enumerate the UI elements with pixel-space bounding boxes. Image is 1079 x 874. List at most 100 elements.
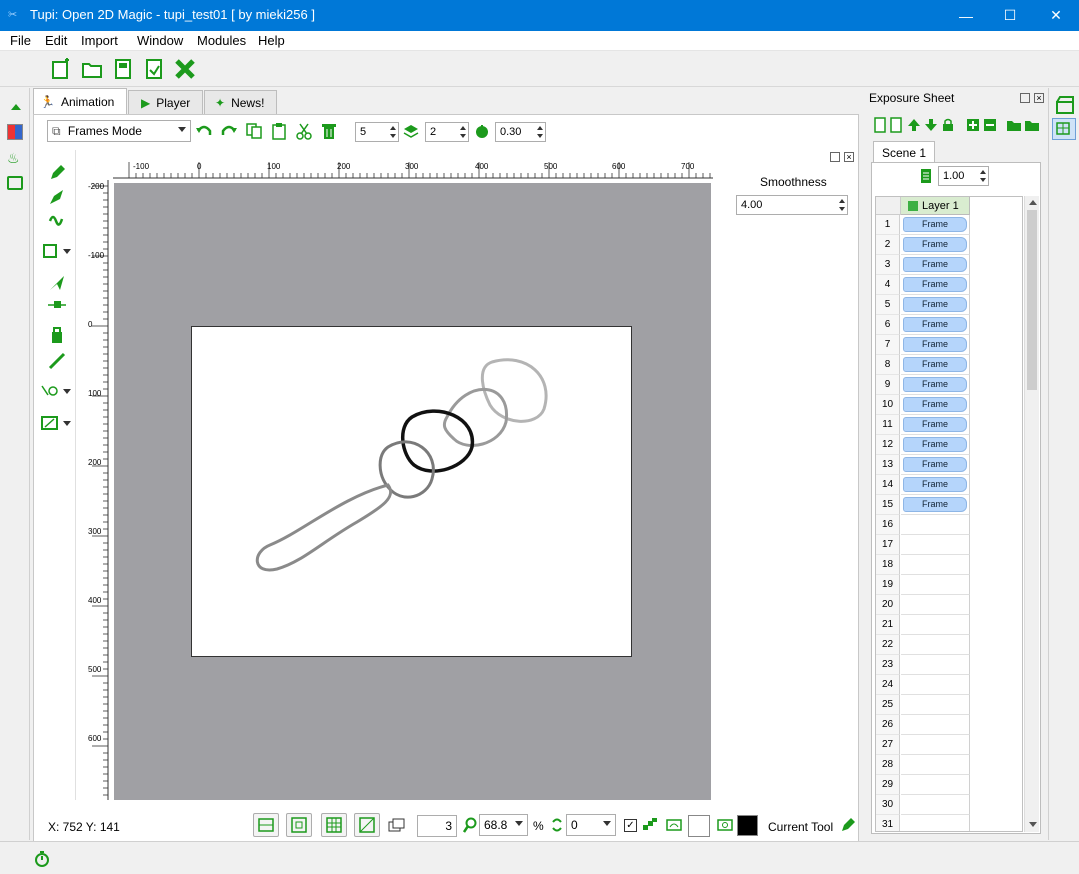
delete-icon[interactable] bbox=[320, 122, 338, 140]
frame-cell[interactable]: Frame bbox=[901, 295, 970, 315]
menu-modules[interactable]: Modules bbox=[197, 33, 246, 48]
copy-icon[interactable] bbox=[245, 122, 263, 140]
tab-animation[interactable]: 🏃 Animation bbox=[33, 88, 127, 115]
onion-next-spin[interactable]: 2 bbox=[425, 122, 469, 142]
remove-layer-icon[interactable] bbox=[890, 117, 904, 133]
minimize-button[interactable]: — bbox=[943, 0, 989, 31]
frame-cell[interactable] bbox=[901, 655, 970, 675]
save-icon[interactable] bbox=[112, 58, 134, 80]
rectangle-tool-icon[interactable] bbox=[42, 243, 72, 259]
safe-area-button[interactable] bbox=[286, 813, 312, 837]
maximize-button[interactable]: ☐ bbox=[987, 0, 1033, 31]
color-palette-icon[interactable] bbox=[7, 124, 23, 140]
nodes-tool-icon[interactable] bbox=[46, 298, 68, 312]
frame-cell[interactable] bbox=[901, 555, 970, 575]
tab-player[interactable]: ▶ Player bbox=[128, 90, 203, 114]
menu-import[interactable]: Import bbox=[81, 33, 118, 48]
close-panel-icon[interactable]: × bbox=[844, 152, 854, 162]
motion-tween-icon[interactable] bbox=[40, 383, 74, 399]
grid-view-button[interactable] bbox=[253, 813, 279, 837]
frame-cell[interactable] bbox=[901, 635, 970, 655]
zoom-select[interactable]: 68.8 bbox=[479, 814, 528, 836]
close-button[interactable]: ✕ bbox=[1033, 0, 1079, 31]
timer-icon[interactable] bbox=[34, 850, 50, 868]
library-icon[interactable] bbox=[7, 176, 23, 190]
add-scene-icon[interactable] bbox=[1006, 118, 1022, 132]
frame-cell[interactable]: Frame bbox=[901, 355, 970, 375]
frame-cell[interactable] bbox=[901, 675, 970, 695]
scene-tab[interactable]: Scene 1 bbox=[873, 141, 935, 163]
frame-cell[interactable]: Frame bbox=[901, 375, 970, 395]
move-down-icon[interactable] bbox=[924, 118, 938, 132]
frame-cell[interactable] bbox=[901, 715, 970, 735]
antialiasing-checkbox[interactable]: ✓ bbox=[624, 819, 637, 832]
frame-cell[interactable] bbox=[901, 795, 970, 815]
paste-icon[interactable] bbox=[270, 122, 288, 140]
frame-cell[interactable]: Frame bbox=[901, 275, 970, 295]
fill-tool-icon[interactable] bbox=[48, 326, 66, 344]
drawing-canvas[interactable] bbox=[191, 326, 632, 657]
remove-scene-icon[interactable] bbox=[1024, 118, 1040, 132]
pen-properties-icon[interactable]: ♨ bbox=[7, 150, 23, 166]
menu-file[interactable]: File bbox=[10, 33, 31, 48]
open-folder-icon[interactable] bbox=[81, 58, 103, 80]
collapse-arrow-icon[interactable] bbox=[11, 104, 21, 110]
close-project-icon[interactable] bbox=[174, 58, 196, 80]
full-screen-button[interactable] bbox=[354, 813, 380, 837]
onion-opacity-spin[interactable]: 0.30 bbox=[495, 122, 546, 142]
float-panel-icon[interactable] bbox=[830, 152, 840, 162]
frame-cell[interactable]: Frame bbox=[901, 415, 970, 435]
cut-icon[interactable] bbox=[295, 122, 313, 140]
rotation-select[interactable]: 0 bbox=[566, 814, 616, 836]
layer-header[interactable]: Layer 1 bbox=[901, 197, 970, 215]
frame-cell[interactable]: Frame bbox=[901, 475, 970, 495]
frame-cell[interactable] bbox=[901, 735, 970, 755]
scroll-down-icon[interactable] bbox=[1029, 822, 1037, 827]
frame-cell[interactable] bbox=[901, 695, 970, 715]
undo-icon[interactable] bbox=[195, 123, 213, 139]
frame-cell[interactable] bbox=[901, 575, 970, 595]
new-project-icon[interactable] bbox=[50, 58, 72, 80]
redo-icon[interactable] bbox=[220, 123, 238, 139]
menu-help[interactable]: Help bbox=[258, 33, 285, 48]
frame-cell[interactable]: Frame bbox=[901, 335, 970, 355]
border-color-swatch[interactable] bbox=[688, 815, 710, 837]
mode-select[interactable]: ⧉ Frames Mode bbox=[47, 120, 191, 142]
scenes-icon[interactable] bbox=[1056, 96, 1074, 114]
tab-news[interactable]: ✦ News! bbox=[204, 90, 277, 114]
frame-cell[interactable]: Frame bbox=[901, 455, 970, 475]
polyline-tool-icon[interactable] bbox=[48, 211, 66, 229]
menu-window[interactable]: Window bbox=[137, 33, 183, 48]
exposure-scrollbar[interactable] bbox=[1024, 196, 1039, 832]
add-frame-icon[interactable] bbox=[966, 118, 980, 132]
lock-icon[interactable] bbox=[941, 118, 955, 132]
frame-cell[interactable]: Frame bbox=[901, 495, 970, 515]
ink-tool-icon[interactable] bbox=[48, 188, 66, 206]
float-exposure-icon[interactable] bbox=[1020, 93, 1030, 103]
frame-cell[interactable] bbox=[901, 815, 970, 831]
frame-cell[interactable]: Frame bbox=[901, 435, 970, 455]
frame-cell[interactable]: Frame bbox=[901, 255, 970, 275]
frame-cell[interactable] bbox=[901, 615, 970, 635]
fps-spin[interactable]: 1.00 bbox=[938, 166, 989, 186]
close-exposure-icon[interactable]: × bbox=[1034, 93, 1044, 103]
menu-edit[interactable]: Edit bbox=[45, 33, 67, 48]
layer-visibility-icon[interactable] bbox=[908, 201, 918, 211]
frame-cell[interactable]: Frame bbox=[901, 315, 970, 335]
frame-cell[interactable]: Frame bbox=[901, 215, 970, 235]
frame-cell[interactable] bbox=[901, 595, 970, 615]
frame-number-field[interactable]: 3 bbox=[417, 815, 457, 837]
scroll-up-icon[interactable] bbox=[1029, 200, 1037, 205]
smoothness-spin[interactable]: 4.00 bbox=[736, 195, 848, 215]
remove-frame-icon[interactable] bbox=[983, 118, 997, 132]
onion-previous-spin[interactable]: 5 bbox=[355, 122, 399, 142]
frame-cell[interactable] bbox=[901, 515, 970, 535]
select-tool-icon[interactable] bbox=[48, 274, 66, 292]
scroll-thumb[interactable] bbox=[1027, 210, 1037, 390]
move-up-icon[interactable] bbox=[907, 118, 921, 132]
fill-color-swatch[interactable] bbox=[737, 815, 758, 836]
insert-layer-icon[interactable] bbox=[874, 117, 888, 133]
frame-cell[interactable]: Frame bbox=[901, 235, 970, 255]
pencil-tool-icon[interactable] bbox=[48, 164, 66, 182]
save-as-icon[interactable] bbox=[143, 58, 165, 80]
